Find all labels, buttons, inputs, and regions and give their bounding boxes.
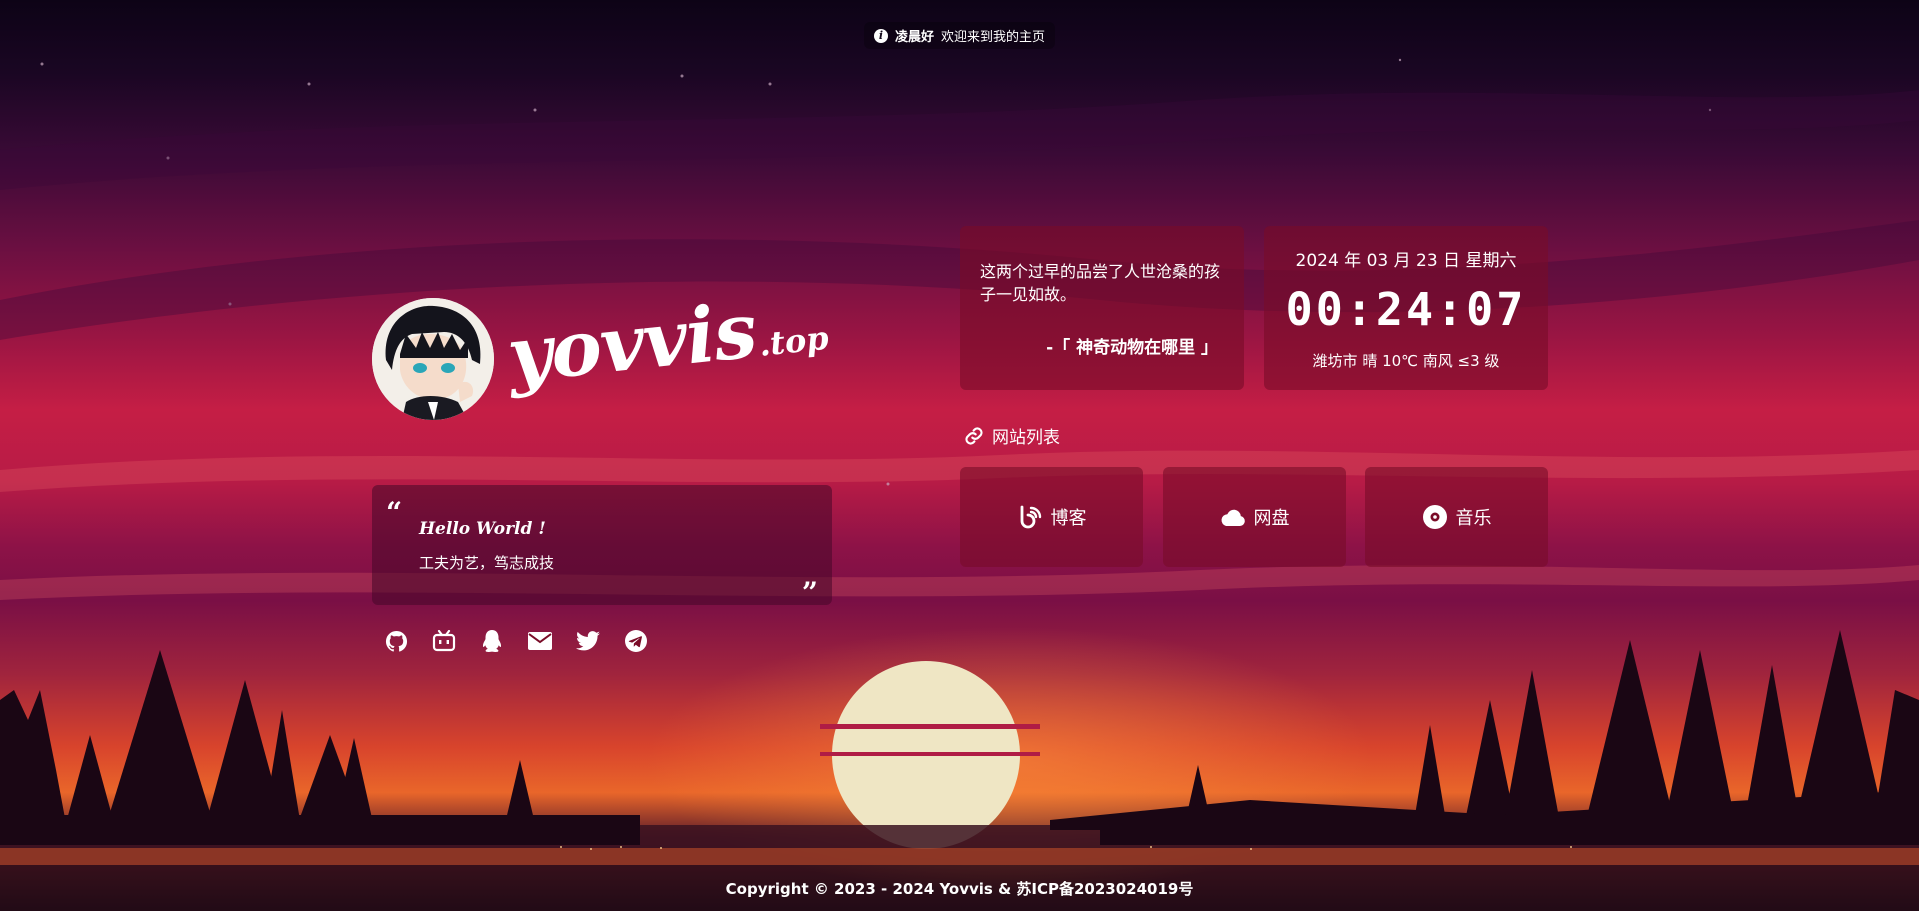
info-icon: i	[873, 28, 888, 43]
site-button-blog[interactable]: 博客	[960, 467, 1143, 567]
notice-greeting: 凌晨好	[894, 30, 934, 45]
mail-icon[interactable]	[528, 629, 552, 653]
quote-card: 这两个过早的品尝了人世沧桑的孩子一见如故。 -「 神奇动物在哪里 」	[960, 226, 1244, 390]
site-button-cloud-drive[interactable]: 网盘	[1163, 467, 1346, 567]
brand-suffix: .top	[757, 318, 831, 364]
top-notice: i 凌晨好 欢迎来到我的主页	[0, 22, 1919, 49]
anime-avatar-image	[372, 298, 494, 420]
blog-icon	[1020, 505, 1041, 529]
time-weather-card: 2024 年 03 月 23 日 星期六 00:24:07 潍坊市 晴 10℃ …	[1264, 226, 1548, 390]
cloud-icon	[1221, 509, 1245, 526]
qq-icon[interactable]	[480, 629, 504, 653]
background-scene	[0, 0, 1919, 911]
site-label-blog: 博客	[1050, 508, 1087, 529]
quote-close-icon: ”	[801, 576, 818, 609]
link-icon	[965, 426, 983, 445]
github-icon[interactable]	[384, 629, 408, 653]
hello-card: “ Hello World ! 工夫为艺，笃志成技 ”	[372, 485, 832, 609]
digital-clock: 00:24:07	[1285, 283, 1527, 336]
hello-text: 工夫为艺，笃志成技	[419, 554, 555, 572]
site-button-music[interactable]: 音乐	[1365, 467, 1548, 567]
footer-copyright[interactable]: Copyright © 2023 - 2024 Yovvis & 苏ICP备20…	[726, 878, 1194, 899]
social-links	[384, 629, 648, 653]
avatar[interactable]	[372, 298, 494, 420]
notice-pill: i 凌晨好 欢迎来到我的主页	[863, 22, 1056, 49]
bilibili-icon[interactable]	[432, 629, 456, 653]
quote-source: -「 神奇动物在哪里 」	[1046, 338, 1218, 358]
hello-title: Hello World !	[419, 519, 546, 539]
weather-text: 潍坊市 晴 10℃ 南风 ≤3 级	[1312, 352, 1500, 370]
music-disc-icon	[1422, 505, 1447, 529]
sunset-landscape	[0, 58, 1919, 865]
site-list-header: 网站列表	[964, 423, 1060, 448]
footer: Copyright © 2023 - 2024 Yovvis & 苏ICP备20…	[0, 865, 1919, 911]
site-list-title: 网站列表	[992, 428, 1060, 448]
twitter-icon[interactable]	[576, 629, 600, 653]
date-text: 2024 年 03 月 23 日 星期六	[1295, 251, 1517, 271]
quote-open-icon: “	[386, 496, 403, 529]
quote-text: 这两个过早的品尝了人世沧桑的孩子一见如故。	[980, 262, 1221, 304]
notice-message: 欢迎来到我的主页	[941, 30, 1046, 45]
site-label-cloud-drive: 网盘	[1253, 508, 1290, 529]
site-label-music: 音乐	[1455, 508, 1492, 529]
telegram-icon[interactable]	[624, 629, 648, 653]
